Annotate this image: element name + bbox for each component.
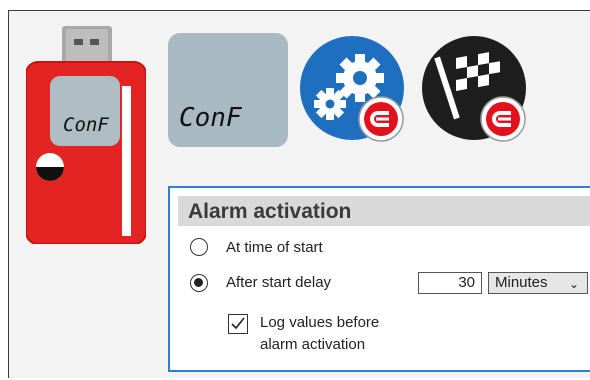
delay-value-input[interactable]: 30 (418, 272, 482, 294)
radio-at-time-of-start-label: At time of start (226, 239, 323, 256)
e-logo-badge-icon (358, 96, 404, 142)
radio-after-start-delay-label: After start delay (226, 274, 332, 291)
chevron-down-icon: ⌄ (568, 277, 579, 291)
start-button[interactable] (422, 36, 534, 148)
panel-header: Alarm activation (178, 196, 590, 226)
radio-selected-dot (194, 278, 203, 287)
radio-after-start-delay[interactable] (190, 274, 208, 292)
e-logo-badge-icon (480, 96, 526, 142)
display-preview-tile[interactable]: ConF (168, 33, 288, 147)
checkmark-icon (231, 317, 245, 330)
configure-button[interactable] (300, 36, 412, 148)
panel-title: Alarm activation (188, 200, 352, 223)
alarm-activation-panel: Alarm activation At time of start After … (168, 186, 590, 372)
device-lcd-text: ConF (63, 114, 109, 136)
radio-at-time-of-start[interactable] (190, 238, 208, 256)
log-values-label-line1: Log values before (260, 314, 380, 331)
log-values-checkbox[interactable] (228, 314, 248, 334)
delay-unit-select[interactable]: Minutes ⌄ (488, 272, 588, 294)
log-values-label-line2: alarm activation (260, 336, 366, 353)
delay-unit-value: Minutes (495, 274, 548, 291)
display-preview-text: ConF (179, 103, 242, 133)
